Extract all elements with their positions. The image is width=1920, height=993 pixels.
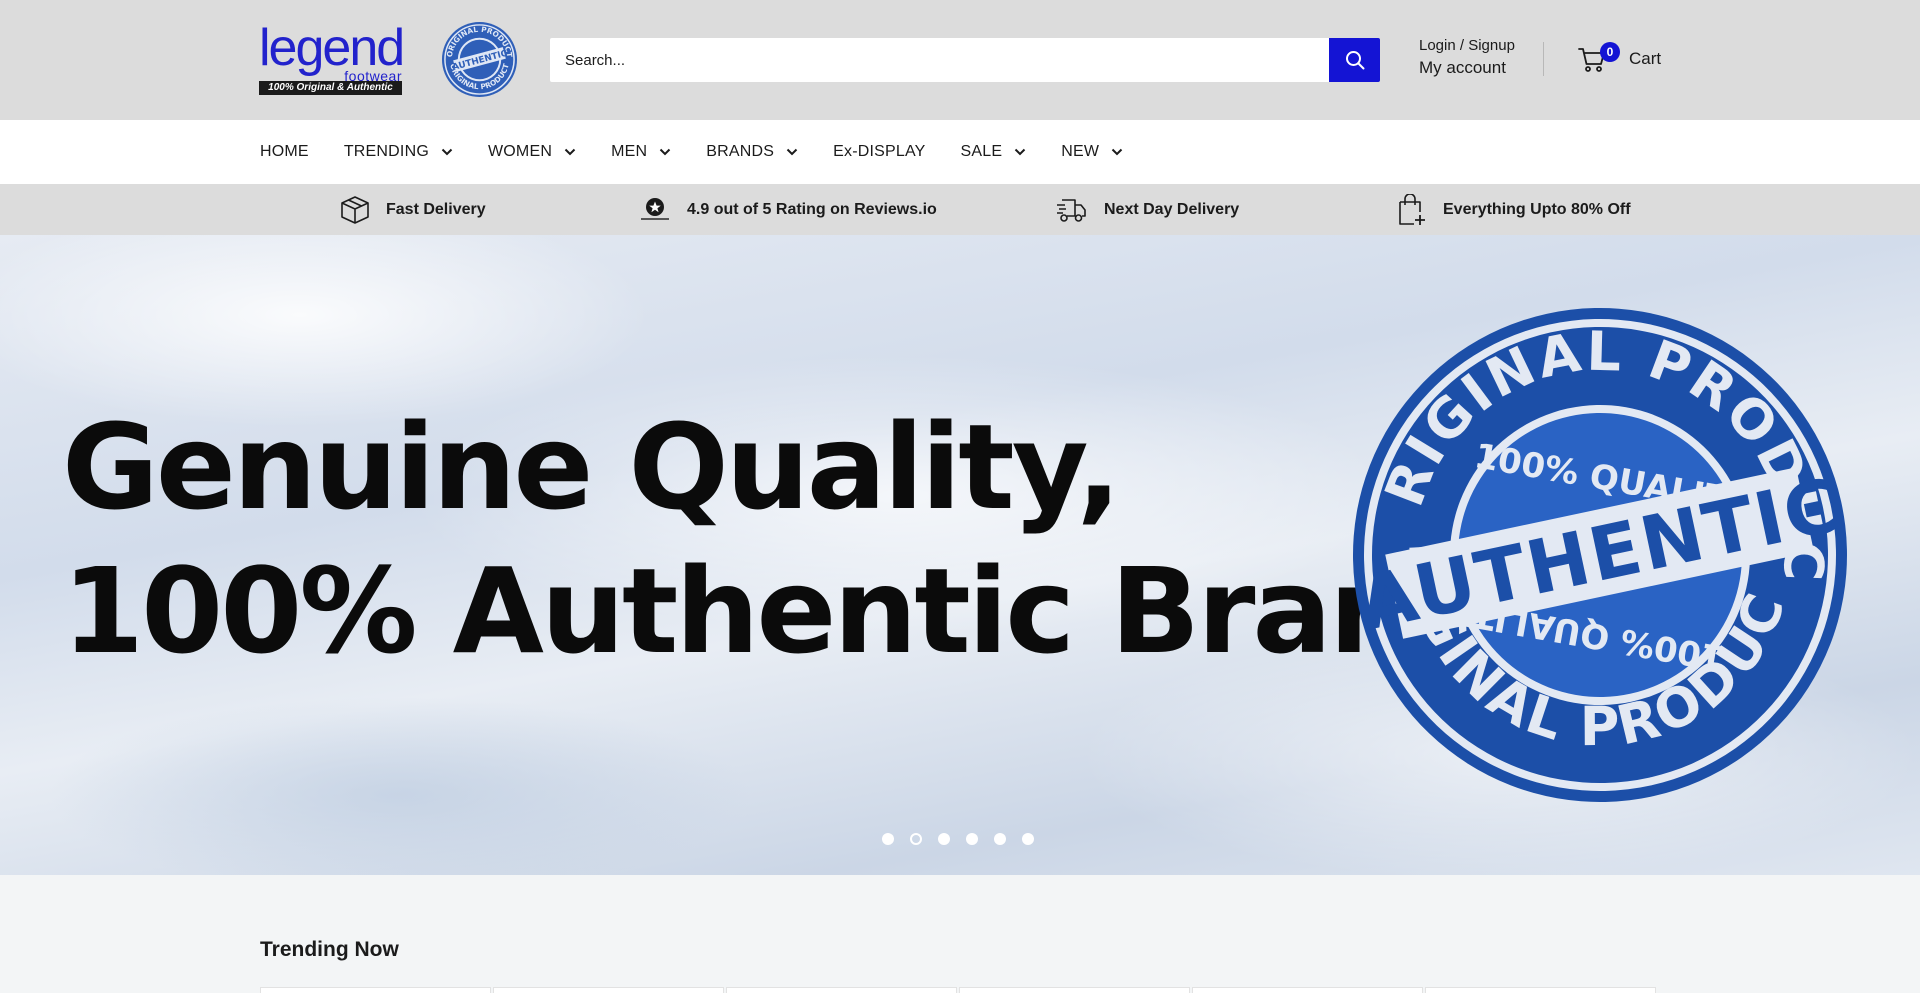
product-card[interactable]: [726, 987, 957, 993]
product-card[interactable]: [260, 987, 491, 993]
nav-item-label: TRENDING: [343, 143, 429, 160]
usp-label: Next Day Delivery: [1104, 200, 1240, 218]
shopping-bag-icon: [1399, 193, 1425, 225]
trending-now-heading: Trending Now: [260, 938, 399, 961]
site-header: legend footwear 100% Original & Authenti…: [0, 0, 1920, 120]
hero-headline-line-2: 100% Authentic Brands: [62, 542, 1562, 680]
slide-dot-6[interactable]: [1022, 833, 1034, 845]
site-logo[interactable]: legend footwear 100% Original & Authenti…: [259, 19, 405, 95]
box-icon: [341, 195, 369, 224]
nav-item-ex-display[interactable]: Ex-DISPLAY: [833, 143, 925, 161]
logo-wordmark: legend: [259, 19, 405, 77]
search-button[interactable]: [1329, 38, 1380, 82]
nav-item-brands[interactable]: BRANDS: [706, 143, 798, 161]
usp-item: Next Day Delivery: [1056, 184, 1239, 235]
my-account-link[interactable]: My account: [1419, 56, 1515, 80]
search-icon: [1345, 51, 1364, 70]
nav-item-label: WOMEN: [487, 143, 553, 160]
nav-item-trending[interactable]: TRENDING: [344, 143, 453, 161]
slide-dot-1[interactable]: [882, 833, 894, 845]
reviews-io-icon: [641, 197, 669, 220]
nav-item-label: MEN: [611, 143, 648, 160]
slide-dot-4[interactable]: [966, 833, 978, 845]
search-input[interactable]: [550, 38, 1330, 82]
slideshow-pagination: [882, 833, 1050, 845]
product-card[interactable]: [959, 987, 1190, 993]
nav-item-home[interactable]: HOME: [260, 143, 309, 161]
cart-label: Cart: [1629, 49, 1662, 68]
usp-label: 4.9 out of 5 Rating on Reviews.io: [687, 200, 937, 218]
main-navigation: HOME TRENDING WOMEN MEN BRANDS Ex-DISPLA…: [0, 120, 1920, 184]
account-menu[interactable]: Login / Signup My account: [1419, 36, 1515, 80]
usp-label: Fast Delivery: [386, 200, 486, 218]
nav-item-sale[interactable]: SALE: [961, 143, 1027, 161]
hero-headline: Genuine Quality, 100% Authentic Brands: [62, 395, 1562, 683]
chevron-down-icon: [441, 148, 453, 156]
hero-headline-line-1: Genuine Quality,: [62, 398, 1121, 536]
cart-count-badge: 0: [1600, 42, 1620, 62]
login-signup-link[interactable]: Login / Signup: [1419, 36, 1515, 56]
logo-tagline: 100% Original & Authentic: [259, 81, 402, 95]
nav-item-label: BRANDS: [706, 143, 775, 160]
trending-products-row: [260, 987, 1660, 993]
product-card[interactable]: [1425, 987, 1656, 993]
usp-item: Everything Upto 80% Off: [1397, 184, 1631, 235]
slide-dot-3[interactable]: [938, 833, 950, 845]
usp-label: Everything Upto 80% Off: [1443, 200, 1631, 218]
usp-bar: Fast Delivery 4.9 out of 5 Rating on Rev…: [0, 184, 1920, 235]
nav-item-label: NEW: [1061, 143, 1100, 160]
usp-item: 4.9 out of 5 Rating on Reviews.io: [639, 184, 937, 235]
hero-slideshow[interactable]: Genuine Quality, 100% Authentic Brands O…: [0, 235, 1920, 875]
nav-item-label: HOME: [260, 143, 309, 160]
authentic-seal-icon: ORIGINAL PRODUCT ORIGINAL PRODUCT AUTHEN…: [441, 21, 518, 98]
chevron-down-icon: [1111, 148, 1123, 156]
product-card[interactable]: [1192, 987, 1423, 993]
cart-button[interactable]: 0 Cart: [1577, 42, 1661, 76]
delivery-truck-icon: [1057, 198, 1086, 222]
usp-item: Fast Delivery: [340, 184, 486, 235]
header-divider: [1543, 42, 1544, 76]
search-bar: [550, 38, 1380, 82]
nav-item-label: Ex-DISPLAY: [833, 143, 926, 160]
nav-item-new[interactable]: NEW: [1061, 143, 1123, 161]
nav-item-women[interactable]: WOMEN: [488, 143, 576, 161]
chevron-down-icon: [564, 148, 576, 156]
authentic-stamp-icon: ORIGINAL PRODUCT ORIGINAL PRODUCT 100% Q…: [1350, 305, 1850, 802]
nav-item-label: SALE: [960, 143, 1003, 160]
slide-dot-5[interactable]: [994, 833, 1006, 845]
product-card[interactable]: [493, 987, 724, 993]
nav-item-men[interactable]: MEN: [611, 143, 671, 161]
chevron-down-icon: [660, 148, 671, 156]
slide-dot-2[interactable]: [910, 833, 922, 845]
chevron-down-icon: [1015, 148, 1026, 156]
chevron-down-icon: [786, 148, 798, 156]
